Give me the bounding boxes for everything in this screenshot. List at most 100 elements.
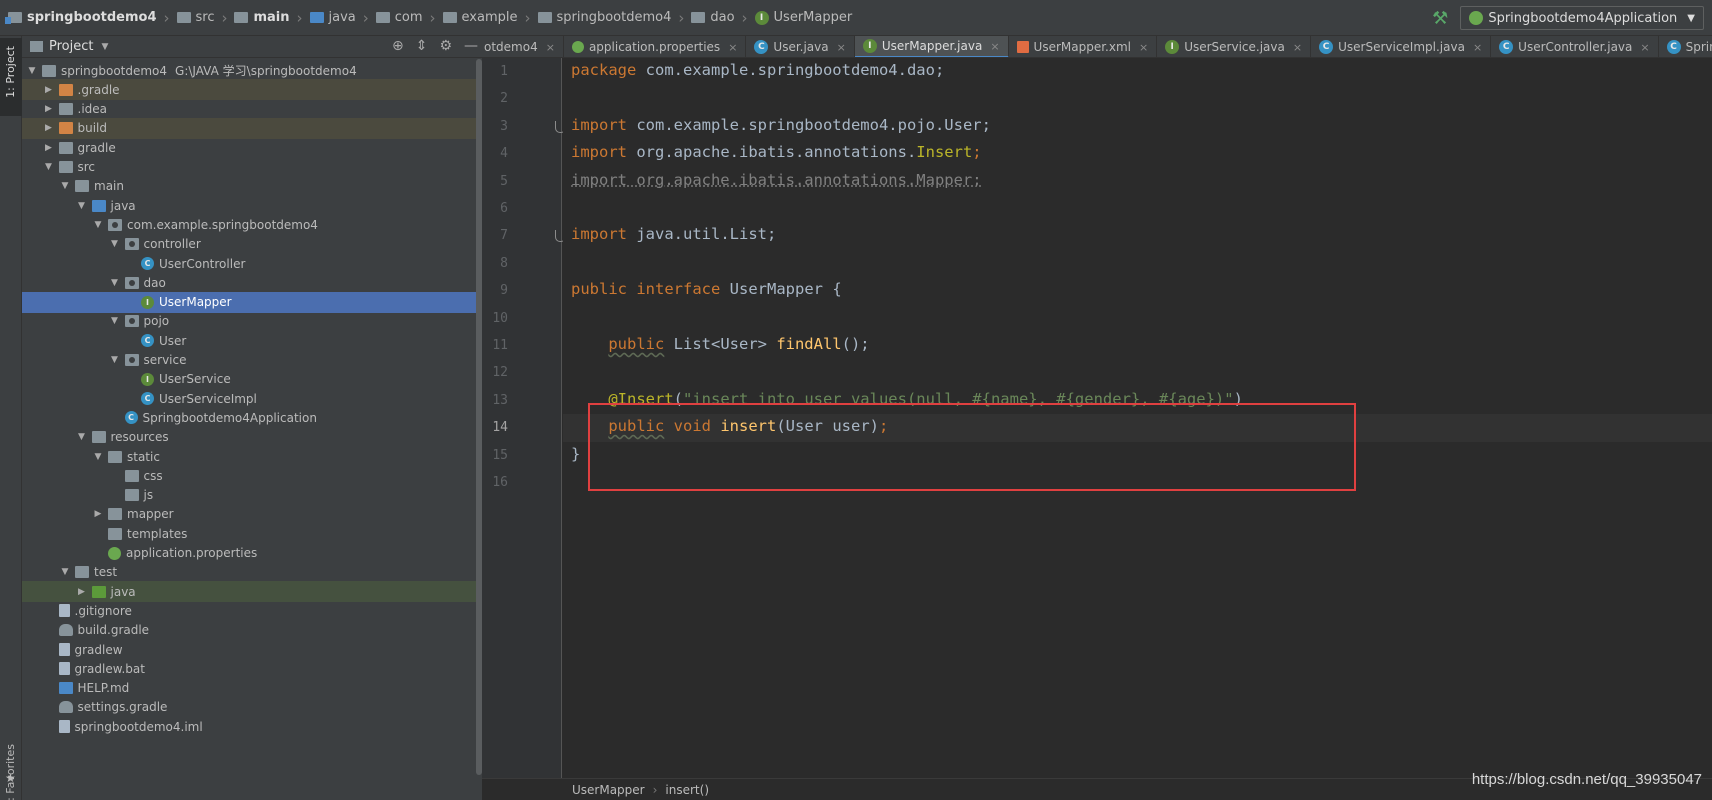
tree-item[interactable]: C User bbox=[22, 330, 476, 351]
tree-item[interactable]: gradlew bbox=[22, 639, 476, 660]
editor-tab[interactable]: application.properties × bbox=[564, 36, 747, 57]
code-line[interactable]: package com.example.springbootdemo4.dao; bbox=[571, 57, 944, 84]
chevron-down-icon[interactable]: ▼ bbox=[101, 42, 108, 52]
expand-arrow-icon[interactable]: ▼ bbox=[59, 181, 71, 191]
tree-item[interactable]: ▶ java bbox=[22, 581, 476, 603]
close-icon[interactable]: × bbox=[1473, 41, 1482, 54]
collapse-arrow-icon[interactable]: ▶ bbox=[76, 587, 88, 597]
close-icon[interactable]: × bbox=[546, 41, 555, 54]
expand-arrow-icon[interactable]: ▼ bbox=[109, 278, 121, 288]
tree-item[interactable]: ▼ java bbox=[22, 195, 476, 216]
editor-breadcrumb-item[interactable]: insert() bbox=[665, 783, 709, 797]
tree-item[interactable]: ▼ test bbox=[22, 562, 476, 583]
editor-tab[interactable]: I UserService.java × bbox=[1157, 36, 1312, 57]
code-line[interactable]: public interface UserMapper { bbox=[571, 276, 842, 303]
tree-item[interactable]: ▼ static bbox=[22, 446, 476, 467]
close-icon[interactable]: × bbox=[728, 41, 737, 54]
tree-item[interactable]: build.gradle bbox=[22, 620, 476, 641]
tree-item[interactable]: ▼ main bbox=[22, 176, 476, 197]
breadcrumb-item[interactable]: springbootdemo4 › bbox=[537, 9, 692, 27]
breadcrumb-item[interactable]: springbootdemo4 › bbox=[5, 9, 177, 27]
tree-item[interactable]: C UserServiceImpl bbox=[22, 388, 476, 409]
breadcrumb-item[interactable]: com › bbox=[375, 9, 443, 27]
tree-item[interactable]: C Springbootdemo4Application bbox=[22, 407, 476, 428]
close-icon[interactable]: × bbox=[837, 41, 846, 54]
collapse-arrow-icon[interactable]: ▶ bbox=[92, 509, 104, 519]
tree-item[interactable]: ▶ gradle bbox=[22, 137, 476, 158]
code-line[interactable]: import org.apache.ibatis.annotations.Map… bbox=[571, 167, 982, 194]
code-line[interactable]: public List<User> findAll(); bbox=[571, 331, 869, 358]
breadcrumb-item[interactable]: main › bbox=[234, 9, 309, 27]
tree-item[interactable]: settings.gradle bbox=[22, 697, 476, 718]
tree-item[interactable]: I UserService bbox=[22, 369, 476, 390]
tree-item[interactable]: ▶ mapper bbox=[22, 504, 476, 525]
editor-tab[interactable]: C UserController.java × bbox=[1491, 36, 1659, 57]
close-icon[interactable]: × bbox=[990, 40, 999, 53]
editor-tab[interactable]: otdemo4 × bbox=[482, 36, 564, 57]
tree-item[interactable]: ▼ controller bbox=[22, 234, 476, 255]
collapse-arrow-icon[interactable]: ▶ bbox=[43, 85, 55, 95]
collapse-arrow-icon[interactable]: ▶ bbox=[43, 123, 55, 133]
tree-item[interactable]: ▼ service bbox=[22, 350, 476, 371]
expand-arrow-icon[interactable]: ▼ bbox=[43, 162, 55, 172]
project-panel-title[interactable]: Project bbox=[49, 39, 93, 54]
expand-arrow-icon[interactable]: ▼ bbox=[109, 239, 121, 249]
tree-item[interactable]: js bbox=[22, 485, 476, 506]
run-configuration-dropdown[interactable]: Springbootdemo4Application ▼ bbox=[1460, 6, 1704, 30]
expand-arrow-icon[interactable]: ▼ bbox=[109, 316, 121, 326]
editor-tab[interactable]: C Springboot bbox=[1659, 36, 1712, 57]
expand-arrow-icon[interactable]: ▼ bbox=[59, 567, 71, 577]
expand-arrow-icon[interactable]: ▼ bbox=[76, 201, 88, 211]
tree-item[interactable]: ▶ .idea bbox=[22, 99, 476, 120]
tree-item[interactable]: ▶ .gradle bbox=[22, 79, 476, 101]
tool-tab-favorites[interactable]: 2: Favorites bbox=[0, 736, 22, 800]
code-line[interactable]: import com.example.springbootdemo4.pojo.… bbox=[571, 112, 991, 139]
tree-item[interactable]: ▶ build bbox=[22, 117, 476, 139]
tree-item[interactable]: ▼ dao bbox=[22, 272, 476, 293]
expand-arrow-icon[interactable]: ▼ bbox=[26, 66, 38, 76]
tree-item[interactable]: ▼ resources bbox=[22, 427, 476, 448]
editor-tab[interactable]: C UserServiceImpl.java × bbox=[1311, 36, 1492, 57]
code-token: import bbox=[571, 143, 627, 162]
code-line[interactable]: } bbox=[571, 441, 580, 468]
expand-arrow-icon[interactable]: ▼ bbox=[92, 452, 104, 462]
tree-item[interactable]: HELP.md bbox=[22, 678, 476, 699]
code-line[interactable]: import java.util.List; bbox=[571, 221, 776, 248]
breadcrumb-item[interactable]: example › bbox=[442, 9, 538, 27]
collapse-all-icon[interactable]: ⇕ bbox=[416, 38, 428, 54]
tree-item[interactable]: ▼ com.example.springbootdemo4 bbox=[22, 214, 476, 235]
close-icon[interactable]: × bbox=[1640, 41, 1649, 54]
breadcrumb-item[interactable]: src › bbox=[176, 9, 235, 27]
breadcrumb-item[interactable]: java › bbox=[309, 9, 376, 27]
collapse-arrow-icon[interactable]: ▶ bbox=[43, 143, 55, 153]
tree-item[interactable]: ▼ src bbox=[22, 157, 476, 178]
editor-breadcrumb-item[interactable]: UserMapper bbox=[572, 783, 645, 797]
locate-icon[interactable]: ⊕ bbox=[392, 38, 404, 54]
tool-tab-project[interactable]: 1: Project bbox=[0, 38, 22, 116]
expand-arrow-icon[interactable]: ▼ bbox=[92, 220, 104, 230]
gear-icon[interactable]: ⚙ bbox=[439, 38, 452, 54]
tree-item[interactable]: I UserMapper bbox=[22, 291, 476, 313]
expand-arrow-icon[interactable]: ▼ bbox=[76, 432, 88, 442]
code-line[interactable]: import org.apache.ibatis.annotations.Ins… bbox=[571, 139, 982, 166]
tree-item[interactable]: css bbox=[22, 465, 476, 486]
tree-item[interactable]: .gitignore bbox=[22, 600, 476, 621]
tree-item[interactable]: C UserController bbox=[22, 253, 476, 274]
editor-tab[interactable]: UserMapper.xml × bbox=[1009, 36, 1158, 57]
tree-item[interactable]: ▼ springbootdemo4 G:\JAVA 学习\springbootdem… bbox=[22, 60, 476, 81]
minimize-icon[interactable]: — bbox=[464, 38, 478, 54]
close-icon[interactable]: × bbox=[1139, 41, 1148, 54]
tree-item[interactable]: springbootdemo4.iml bbox=[22, 716, 476, 737]
editor-tab[interactable]: C User.java × bbox=[746, 36, 855, 57]
close-icon[interactable]: × bbox=[1293, 41, 1302, 54]
breadcrumb-item[interactable]: dao › bbox=[691, 9, 754, 27]
breadcrumb-item[interactable]: I UserMapper bbox=[754, 10, 852, 25]
collapse-arrow-icon[interactable]: ▶ bbox=[43, 104, 55, 114]
tree-item[interactable]: application.properties bbox=[22, 543, 476, 564]
expand-arrow-icon[interactable]: ▼ bbox=[109, 355, 121, 365]
tree-item[interactable]: gradlew.bat bbox=[22, 658, 476, 679]
tree-item[interactable]: ▼ pojo bbox=[22, 311, 476, 332]
editor-tab[interactable]: I UserMapper.java × bbox=[854, 36, 1009, 57]
build-hammer-icon[interactable]: ⚒ bbox=[1432, 8, 1448, 29]
tree-item[interactable]: templates bbox=[22, 523, 476, 544]
